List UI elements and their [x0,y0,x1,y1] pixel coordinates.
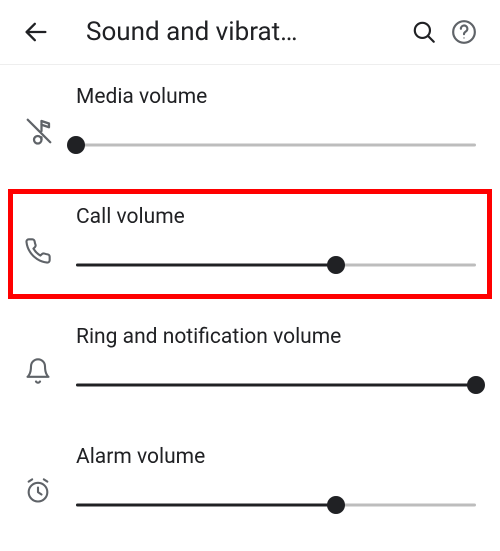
call-volume-slider[interactable] [76,255,476,275]
ring-volume-icon-wrap [24,335,76,385]
call-volume-row: Call volume [0,185,500,305]
ring-volume-row: Ring and notification volume [0,305,500,425]
media-volume-body: Media volume [76,85,476,155]
media-volume-label: Media volume [76,85,476,109]
ring-volume-slider[interactable] [76,375,476,395]
bell-icon [24,357,52,385]
call-volume-label: Call volume [76,205,476,229]
back-button[interactable] [16,12,56,52]
alarm-volume-row: Alarm volume [0,425,500,545]
call-volume-icon-wrap [24,215,76,265]
phone-icon [24,237,52,265]
page-title: Sound and vibrat… [56,17,404,47]
media-mute-icon [24,116,54,146]
alarm-volume-body: Alarm volume [76,445,476,515]
ring-volume-body: Ring and notification volume [76,325,476,395]
help-icon [451,19,477,45]
search-button[interactable] [404,12,444,52]
help-button[interactable] [444,12,484,52]
media-volume-slider[interactable] [76,135,476,155]
media-volume-row: Media volume [0,65,500,185]
search-icon [411,19,437,45]
app-header: Sound and vibrat… [0,0,500,64]
ring-volume-label: Ring and notification volume [76,325,476,349]
arrow-back-icon [22,18,50,46]
alarm-volume-label: Alarm volume [76,445,476,469]
alarm-volume-slider[interactable] [76,495,476,515]
call-volume-body: Call volume [76,205,476,275]
alarm-volume-icon-wrap [24,455,76,505]
alarm-icon [24,477,52,505]
